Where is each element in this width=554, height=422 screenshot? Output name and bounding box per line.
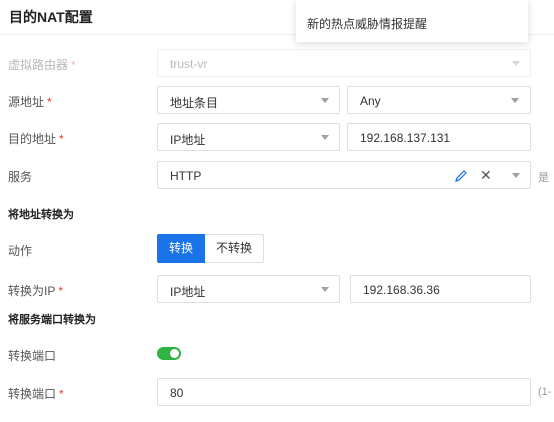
translate-ip-type-select[interactable]: IP地址	[157, 275, 340, 303]
translate-ip-type-value: IP地址	[170, 285, 206, 299]
service-label: 服务	[8, 170, 33, 184]
page-title: 目的NAT配置	[9, 9, 93, 25]
action-translate-button[interactable]: 转换	[157, 234, 206, 263]
virtual-router-label: 虚拟路由器 *	[8, 58, 76, 72]
destination-address-label: 目的地址 *	[8, 132, 64, 146]
action-label: 动作	[8, 244, 33, 258]
translate-address-section-title: 将地址转换为	[8, 209, 74, 221]
service-side-text: 是	[538, 172, 549, 184]
notification-text[interactable]: 新的热点威胁情报提醒	[307, 15, 427, 32]
translate-port-section-title: 将服务端口转换为	[8, 314, 96, 326]
translate-ip-label: 转换为IP *	[8, 284, 64, 298]
action-button-group: 转换 不转换	[157, 234, 265, 263]
chevron-down-icon	[511, 98, 519, 103]
translate-ip-input[interactable]: 192.168.36.36	[350, 275, 531, 303]
translate-port-range-hint: (1-	[538, 386, 552, 398]
translate-port-value: 80	[170, 386, 184, 400]
translate-port-toggle-label: 转换端口	[8, 349, 57, 363]
destination-address-type-value: IP地址	[170, 133, 206, 147]
chevron-down-icon	[321, 135, 329, 140]
translate-port-input[interactable]: 80	[157, 378, 531, 406]
destination-address-input[interactable]: 192.168.137.131	[347, 123, 531, 151]
destination-address-value: 192.168.137.131	[360, 131, 451, 145]
source-address-label: 源地址 *	[8, 95, 52, 109]
clear-icon[interactable]: ✕	[480, 167, 492, 184]
source-address-type-value: 地址条目	[170, 96, 219, 110]
notification-popup[interactable]: 新的热点威胁情报提醒	[296, 0, 528, 42]
chevron-down-icon	[512, 173, 520, 178]
destination-address-type-select[interactable]: IP地址	[157, 123, 340, 151]
translate-port-toggle[interactable]	[157, 347, 181, 360]
service-value: HTTP	[170, 169, 202, 183]
translate-ip-value: 192.168.36.36	[363, 283, 440, 297]
toggle-knob	[170, 349, 179, 358]
service-select[interactable]: HTTP ✕	[157, 161, 531, 189]
chevron-down-icon	[321, 287, 329, 292]
source-address-select[interactable]: Any	[347, 86, 531, 114]
source-address-type-select[interactable]: 地址条目	[157, 86, 340, 114]
action-no-translate-button[interactable]: 不转换	[205, 234, 265, 263]
source-address-value: Any	[360, 94, 381, 108]
chevron-down-icon	[321, 98, 329, 103]
virtual-router-select: trust-vr	[157, 49, 531, 77]
virtual-router-value: trust-vr	[170, 57, 208, 71]
chevron-down-icon	[512, 61, 520, 66]
translate-port-label: 转换端口 *	[8, 387, 64, 401]
edit-icon[interactable]	[454, 169, 468, 183]
